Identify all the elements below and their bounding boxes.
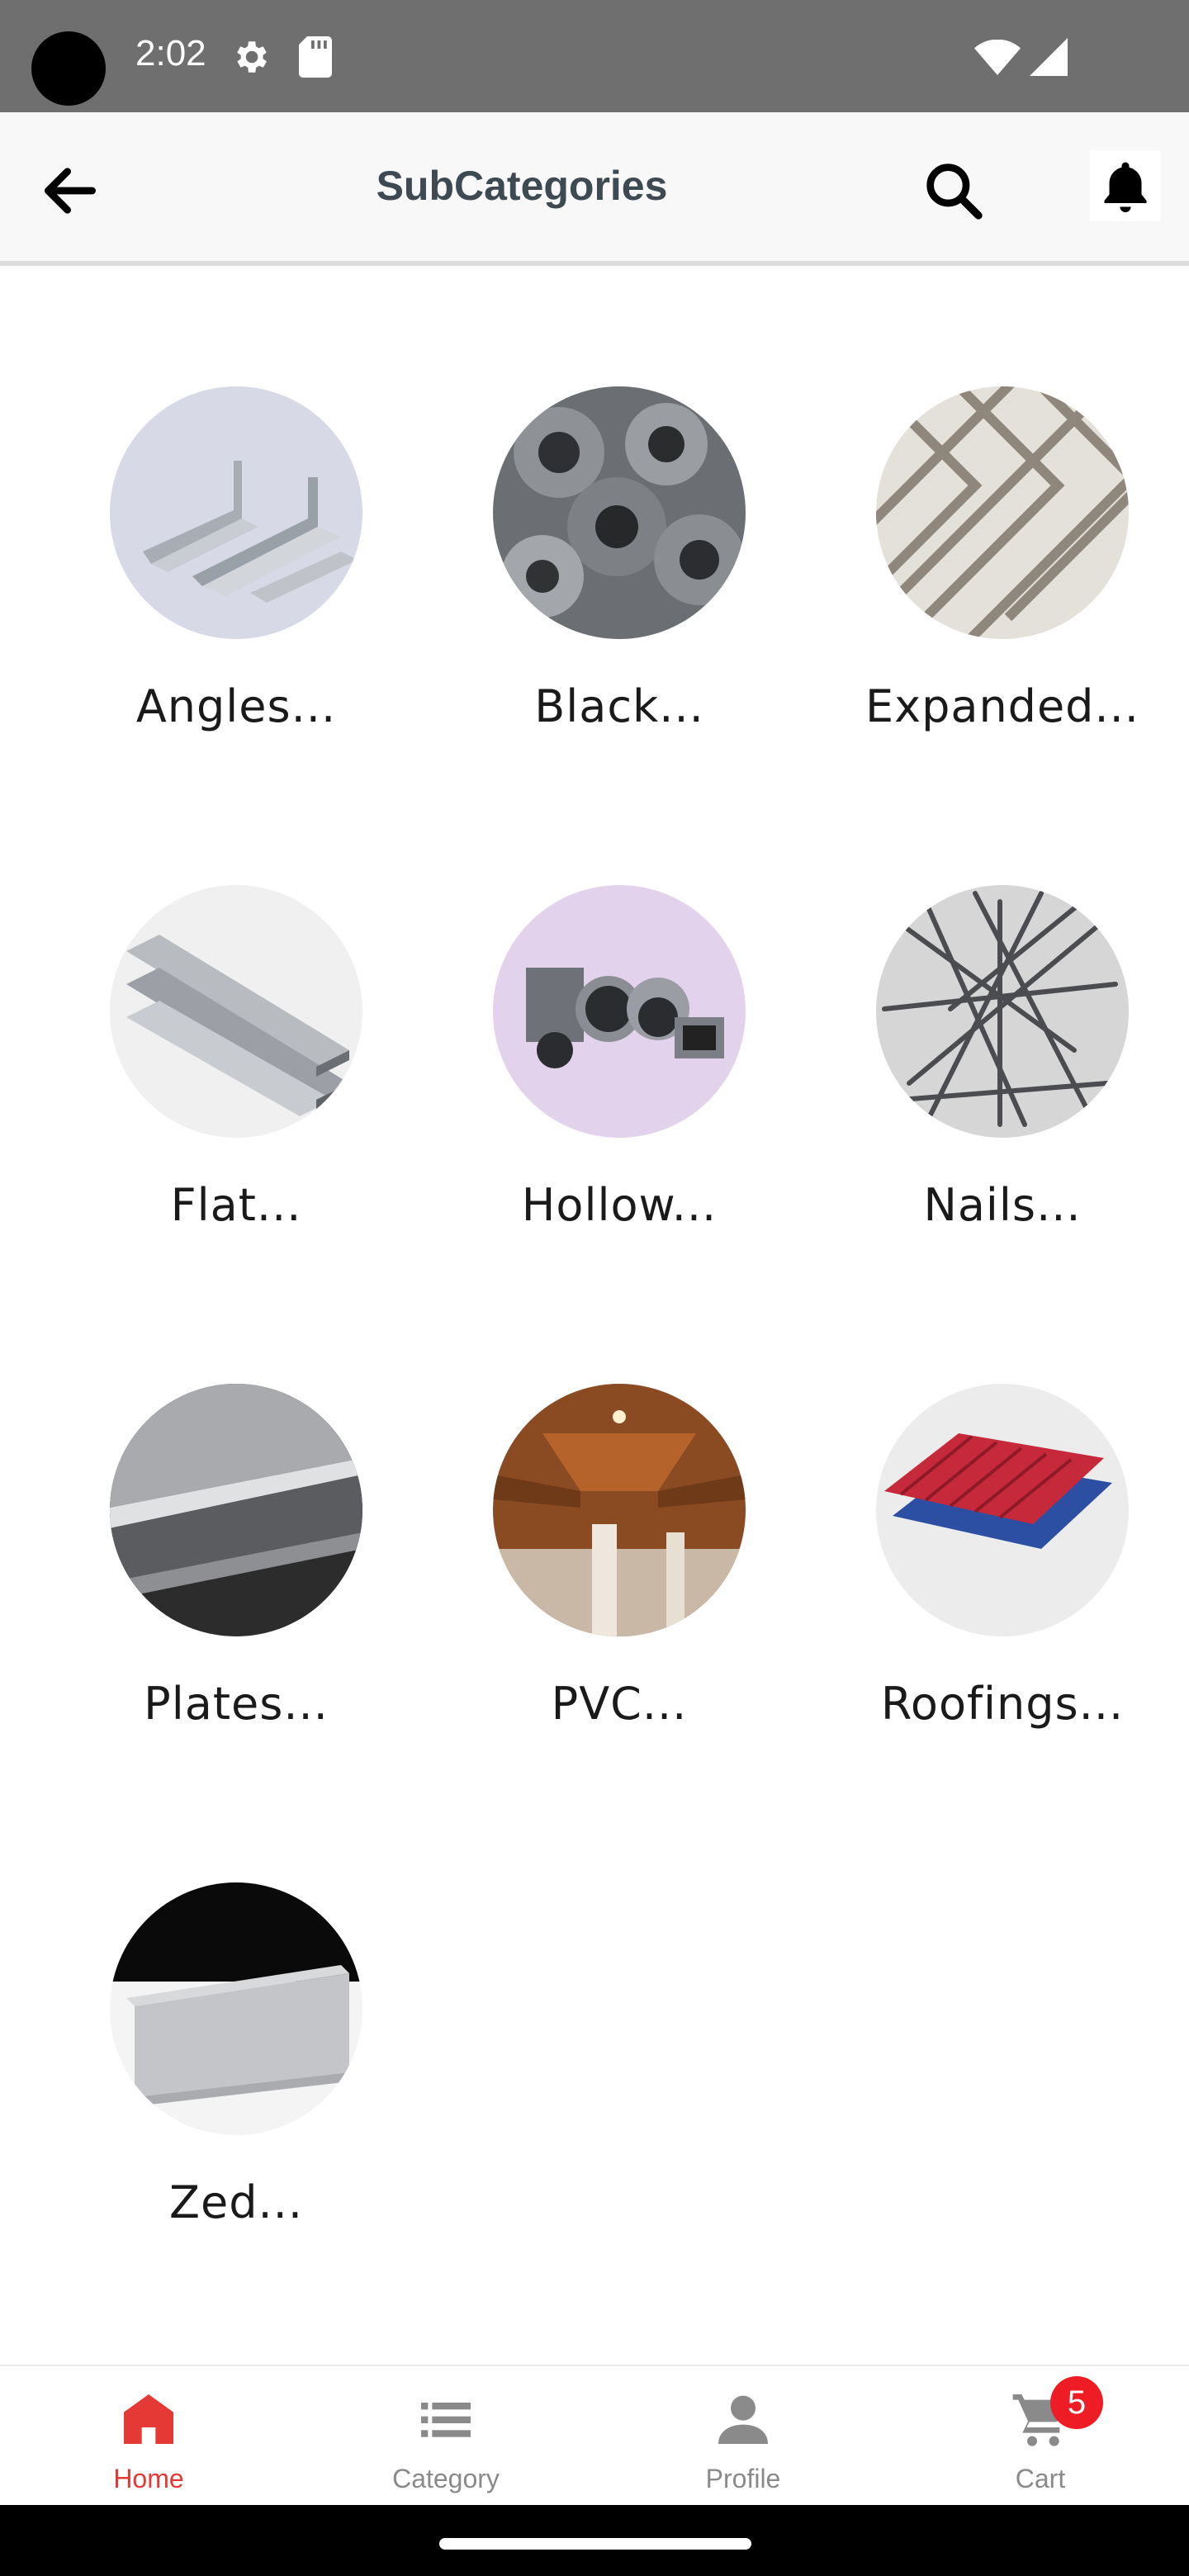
search-button[interactable] (917, 154, 991, 228)
subcategory-label: Expanded... (865, 680, 1139, 732)
nav-category-label: Category (392, 2464, 500, 2493)
gesture-home-handle[interactable] (439, 2538, 751, 2550)
subcategory-tile-nails[interactable]: Nails... (854, 885, 1151, 1281)
nav-cart[interactable]: 5 Cart (892, 2366, 1189, 2507)
roofing-sheets-image (876, 1384, 1129, 1636)
subcategory-label: Plates... (144, 1678, 329, 1730)
subcategory-label: Flat... (170, 1179, 302, 1231)
pvc-ceiling-image (493, 1384, 746, 1636)
nav-home-label: Home (113, 2464, 184, 2493)
angles-image (110, 386, 362, 639)
wifi-icon (974, 40, 1021, 75)
nav-home[interactable]: Home (0, 2366, 297, 2507)
home-icon (124, 2394, 173, 2444)
subcategory-label: Nails... (923, 1179, 1082, 1231)
subcategory-tile-pvc[interactable]: PVC... (471, 1384, 768, 1780)
subcategory-label: Black... (534, 680, 704, 732)
subcategory-label: Roofings... (880, 1678, 1125, 1730)
subcategory-grid: Angles... Black... Expanded... Flat... H… (0, 266, 1189, 2363)
settings-gear-icon (237, 41, 267, 73)
subcategory-tile-flat[interactable]: Flat... (88, 885, 385, 1281)
system-navigation-bar (0, 2505, 1189, 2576)
bell-icon (1104, 162, 1147, 213)
status-bar: 2:02 (0, 0, 1189, 112)
flat-bars-image (110, 885, 362, 1138)
subcategory-tile-hollow[interactable]: Hollow... (471, 885, 768, 1281)
nav-profile-label: Profile (705, 2464, 781, 2493)
nav-profile[interactable]: Profile (594, 2366, 892, 2507)
subcategory-tile-zed[interactable]: Zed... (88, 1882, 385, 2279)
subcategory-tile-black[interactable]: Black... (471, 386, 768, 783)
app-bar: SubCategories (0, 112, 1189, 266)
subcategory-tile-expanded[interactable]: Expanded... (854, 386, 1151, 783)
signal-icon (1030, 38, 1068, 76)
subcategory-label: PVC... (551, 1678, 688, 1730)
black-fittings-image (493, 386, 746, 639)
nails-image (876, 885, 1129, 1138)
search-icon (926, 163, 983, 220)
subcategory-tile-plates[interactable]: Plates... (88, 1384, 385, 1780)
subcategory-label: Zed... (169, 2176, 303, 2228)
plates-image (110, 1384, 362, 1636)
subcategory-tile-roofings[interactable]: Roofings... (854, 1384, 1151, 1780)
zed-section-image (110, 1882, 362, 2135)
camera-cutout (31, 31, 106, 106)
hollow-sections-image (493, 885, 746, 1138)
notifications-button[interactable] (1090, 150, 1161, 221)
page-title: SubCategories (376, 163, 668, 209)
status-time: 2:02 (135, 33, 206, 73)
nav-cart-label: Cart (1015, 2464, 1066, 2493)
subcategory-label: Hollow... (521, 1179, 718, 1231)
expanded-mesh-image (876, 386, 1129, 639)
list-icon (421, 2403, 471, 2437)
cart-count-badge: 5 (1050, 2376, 1103, 2429)
subcategory-tile-angles[interactable]: Angles... (88, 386, 385, 783)
nav-category[interactable]: Category (297, 2366, 594, 2507)
person-icon (718, 2395, 768, 2444)
bottom-navigation: Home Category Profile 5 Cart (0, 2365, 1189, 2505)
subcategory-label: Angles... (135, 680, 337, 732)
sd-card-icon (299, 36, 332, 78)
